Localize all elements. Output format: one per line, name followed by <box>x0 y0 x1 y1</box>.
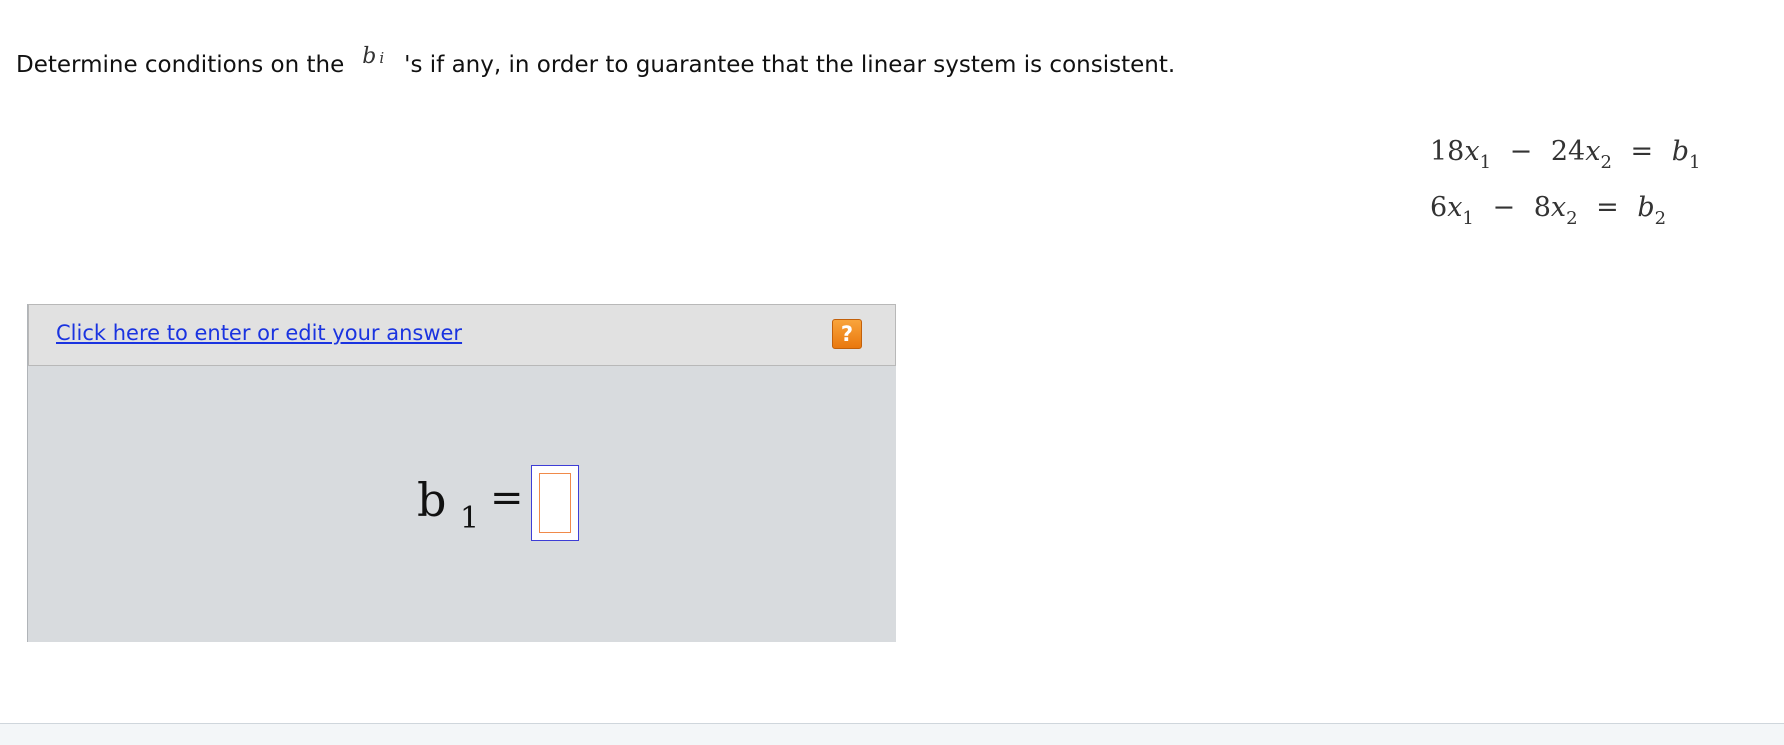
answer-panel-header: Click here to enter or edit your answer … <box>28 304 896 366</box>
eq1-rhs-sub: 1 <box>1689 152 1701 173</box>
equation-row-1: 18x1 − 24x2 = b1 <box>1430 136 1700 192</box>
eq2-var-1: x <box>1447 192 1463 223</box>
eq1-sub-2: 2 <box>1600 152 1612 173</box>
equation-row-2: 6x1 − 8x2 = b2 <box>1430 192 1700 248</box>
answer-input-box[interactable] <box>531 465 579 541</box>
answer-formula: b 1 = <box>390 459 590 549</box>
eq2-equals: = <box>1596 192 1619 223</box>
formula-subscript: 1 <box>460 501 480 536</box>
eq1-rhs-var: b <box>1671 136 1690 167</box>
footer-bar <box>0 723 1784 745</box>
question-mark-icon: ? <box>840 322 854 346</box>
edit-answer-link[interactable]: Click here to enter or edit your answer <box>56 321 462 345</box>
bi-variable-letter: b <box>362 44 377 69</box>
eq1-var-1: x <box>1464 136 1480 167</box>
eq2-coef-2: 8 <box>1533 192 1551 223</box>
eq1-equals: = <box>1630 136 1654 167</box>
eq2-rhs-sub: 2 <box>1654 208 1667 229</box>
linear-system: 18x1 − 24x2 = b1 6x1 − 8x2 = b2 <box>1430 136 1700 248</box>
formula-equals: = <box>490 475 524 521</box>
eq2-rhs-var: b <box>1637 192 1655 223</box>
bi-variable: bi <box>362 44 384 69</box>
answer-input-cursor-box[interactable] <box>539 473 571 533</box>
eq2-coef-1: 6 <box>1430 192 1448 223</box>
help-button[interactable]: ? <box>832 319 862 349</box>
answer-panel: Click here to enter or edit your answer … <box>27 304 896 642</box>
eq2-var-2: x <box>1550 192 1567 223</box>
bi-variable-subscript: i <box>379 49 385 67</box>
eq2-sub-2: 2 <box>1566 208 1578 229</box>
question-text: Determine conditions on the b i 's if any, … <box>16 44 1176 82</box>
eq2-operator: − <box>1492 192 1516 223</box>
question-prefix: Determine conditions on the <box>16 52 345 78</box>
formula-variable: b <box>417 473 447 527</box>
eq1-var-2: x <box>1585 136 1601 167</box>
eq1-sub-1: 1 <box>1479 152 1492 173</box>
eq1-operator: − <box>1509 136 1533 167</box>
question-suffix: 's if any, in order to guarantee that th… <box>404 52 1176 78</box>
eq2-sub-1: 1 <box>1462 208 1474 229</box>
eq1-coef-2: 24 <box>1550 136 1586 167</box>
eq1-coef-1: 18 <box>1430 136 1465 167</box>
